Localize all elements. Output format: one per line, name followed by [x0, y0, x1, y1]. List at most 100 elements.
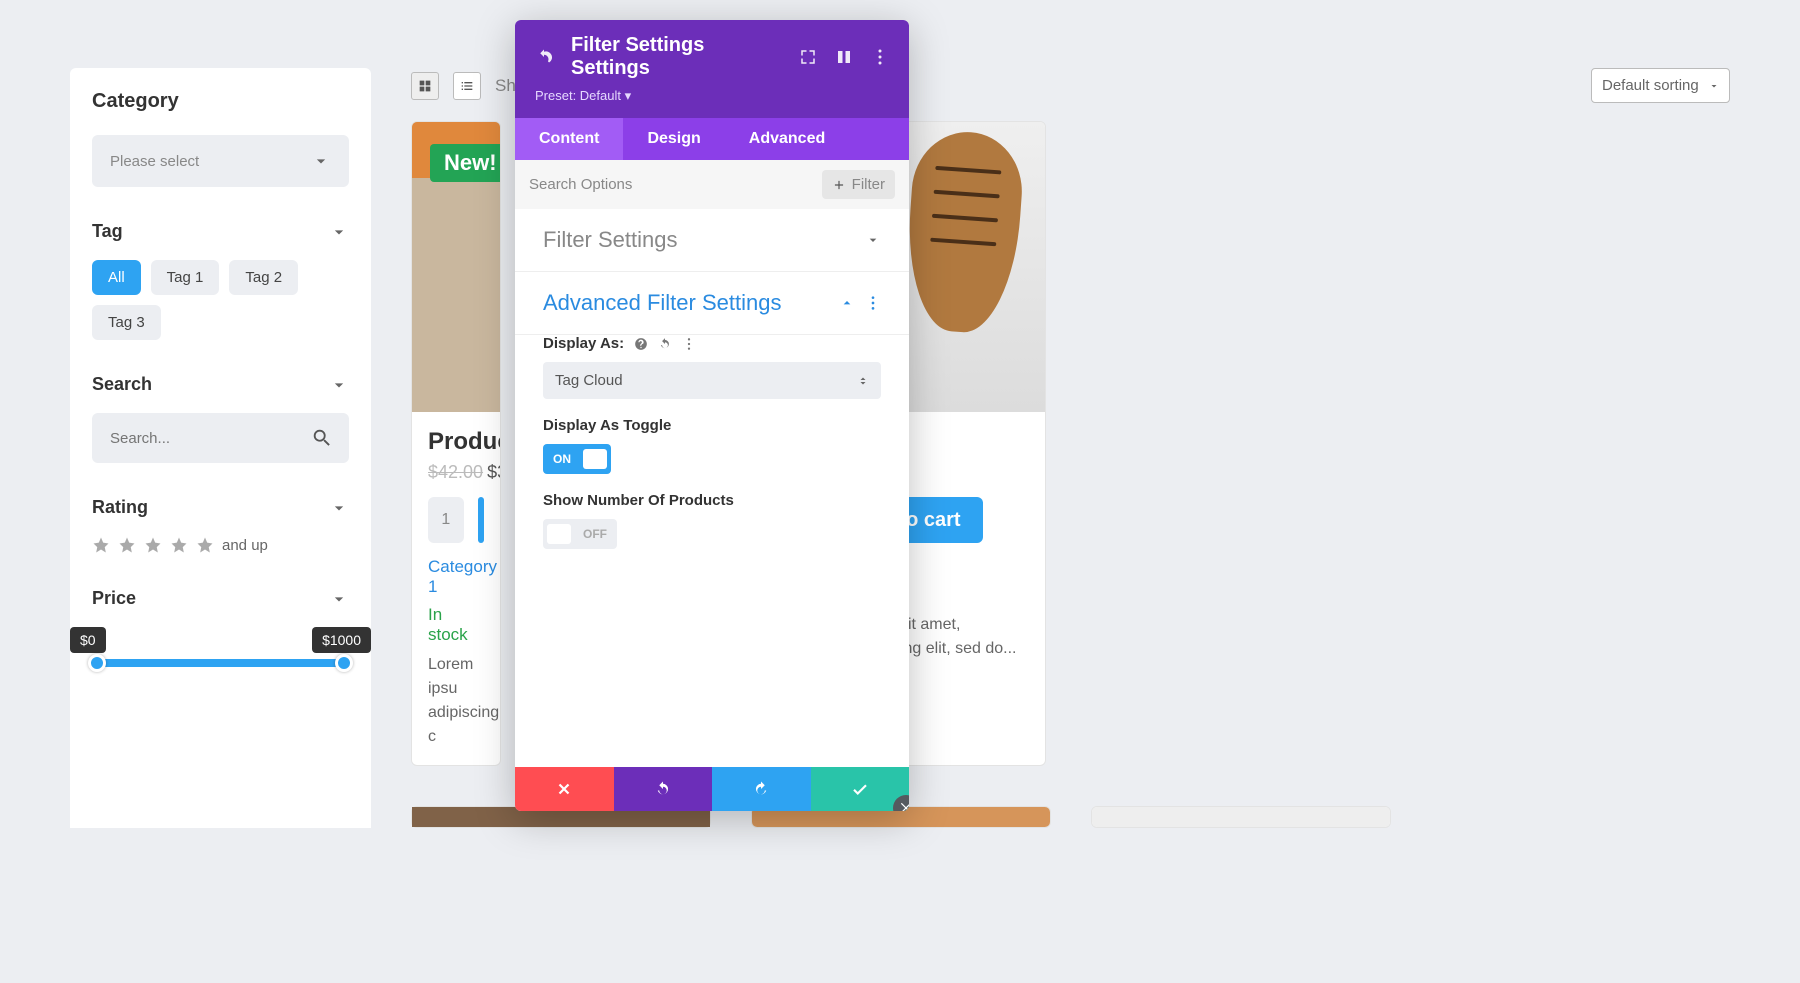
redo-button[interactable]: [712, 767, 811, 811]
columns-icon[interactable]: [835, 48, 853, 66]
price-slider[interactable]: [92, 659, 349, 667]
price-labels: $0 $1000: [70, 627, 371, 653]
grid-icon: [417, 78, 433, 94]
tag-cloud: All Tag 1 Tag 2 Tag 3: [92, 260, 349, 340]
chevron-down-icon: [329, 375, 349, 395]
check-icon: [851, 780, 869, 798]
display-as-select[interactable]: Tag Cloud: [543, 362, 881, 399]
and-up-label: and up: [222, 537, 268, 554]
list-view-button[interactable]: [453, 72, 481, 100]
preset-label[interactable]: Preset: Default ▾: [535, 88, 889, 104]
slider-handle-min[interactable]: [88, 654, 106, 672]
cancel-button[interactable]: [515, 767, 614, 811]
undo-button[interactable]: [614, 767, 713, 811]
show-number-toggle[interactable]: OFF: [543, 519, 617, 549]
toggle-label: Display As Toggle: [543, 417, 671, 434]
filter-settings-panel: Filter Settings Settings Preset: Default…: [515, 20, 909, 811]
search-input[interactable]: [108, 429, 311, 448]
tag-all[interactable]: All: [92, 260, 141, 295]
tag-item[interactable]: Tag 1: [151, 260, 220, 295]
chevron-up-icon: [839, 295, 855, 311]
quantity-input[interactable]: 1: [428, 497, 464, 543]
panel-tabs: Content Design Advanced: [515, 118, 909, 160]
old-price: $42.00: [428, 462, 483, 482]
star-icon: [144, 536, 162, 554]
panel-search-row: Search Options Filter: [515, 160, 909, 209]
search-options-label[interactable]: Search Options: [529, 176, 632, 193]
rating-heading: Rating: [92, 497, 148, 518]
toggle-knob: [547, 524, 571, 544]
category-heading: Category: [92, 90, 349, 113]
category-placeholder: Please select: [110, 153, 199, 170]
more-icon[interactable]: [871, 48, 889, 66]
more-icon[interactable]: [682, 337, 696, 351]
plus-icon: [832, 178, 846, 192]
tag-item[interactable]: Tag 3: [92, 305, 161, 340]
chevron-down-icon: [311, 151, 331, 171]
search-field-wrap: [92, 413, 349, 463]
star-icon: [170, 536, 188, 554]
product-category-link[interactable]: Category 1: [428, 557, 484, 597]
rating-filter[interactable]: and up: [92, 536, 349, 554]
search-section-toggle[interactable]: Search: [92, 374, 349, 395]
list-icon: [459, 78, 475, 94]
filter-sidebar: Category Please select Tag All Tag 1 Tag…: [70, 68, 371, 828]
toggle-on-text: ON: [547, 452, 577, 466]
product-description: Lorem ipsuadipiscing c: [428, 653, 484, 749]
star-icon: [118, 536, 136, 554]
tag-item[interactable]: Tag 2: [229, 260, 298, 295]
sort-select[interactable]: Default sorting: [1591, 68, 1730, 103]
new-badge: New!: [430, 144, 501, 182]
product-card: New! Product $42.00$38 1 Category 1 In s…: [411, 121, 501, 766]
chevron-down-icon: [329, 222, 349, 242]
display-as-toggle[interactable]: ON: [543, 444, 611, 474]
star-icon: [92, 536, 110, 554]
more-icon[interactable]: [865, 295, 881, 311]
redo-icon: [752, 780, 770, 798]
panel-title: Filter Settings Settings: [571, 34, 781, 80]
product-image: New!: [412, 122, 500, 412]
tab-content[interactable]: Content: [515, 118, 623, 160]
reset-icon[interactable]: [658, 337, 672, 351]
price-max-label: $1000: [312, 627, 371, 653]
expand-icon[interactable]: [799, 48, 817, 66]
show-number-field: Show Number Of Products OFF: [515, 492, 909, 567]
advanced-filter-settings-accordion[interactable]: Advanced Filter Settings: [515, 272, 909, 335]
add-filter-button[interactable]: Filter: [822, 170, 895, 199]
tab-design[interactable]: Design: [623, 118, 724, 160]
toggle-field: Display As Toggle ON: [515, 417, 909, 492]
panel-header: Filter Settings Settings Preset: Default…: [515, 20, 909, 118]
product-card: [1091, 806, 1391, 828]
help-icon[interactable]: [634, 337, 648, 351]
tab-advanced[interactable]: Advanced: [725, 118, 849, 160]
price-heading: Price: [92, 588, 136, 609]
rating-section-toggle[interactable]: Rating: [92, 497, 349, 518]
category-select[interactable]: Please select: [92, 135, 349, 187]
price-section-toggle[interactable]: Price: [92, 588, 349, 609]
search-icon[interactable]: [311, 427, 333, 449]
display-as-value: Tag Cloud: [555, 372, 623, 389]
toggle-off-text: OFF: [577, 527, 613, 541]
star-icon: [196, 536, 214, 554]
accordion-title: Advanced Filter Settings: [543, 290, 781, 316]
price-min-label: $0: [70, 627, 106, 653]
tag-heading: Tag: [92, 221, 123, 242]
grid-view-button[interactable]: [411, 72, 439, 100]
search-heading: Search: [92, 374, 152, 395]
resize-icon: [899, 801, 909, 811]
add-to-cart-button[interactable]: [478, 497, 484, 543]
filter-settings-accordion[interactable]: Filter Settings: [515, 209, 909, 272]
sort-icon: [857, 375, 869, 387]
undo-icon: [654, 780, 672, 798]
display-as-field: Display As: Tag Cloud: [515, 335, 909, 417]
slider-handle-max[interactable]: [335, 654, 353, 672]
sort-wrap: Default sorting: [1591, 68, 1730, 103]
tag-section-toggle[interactable]: Tag: [92, 221, 349, 242]
back-icon[interactable]: [535, 48, 553, 66]
close-icon: [555, 780, 573, 798]
chevron-down-icon: [329, 589, 349, 609]
show-number-label: Show Number Of Products: [543, 492, 734, 509]
chevron-down-icon: [865, 232, 881, 248]
accordion-title: Filter Settings: [543, 227, 678, 253]
chevron-down-icon: [329, 498, 349, 518]
